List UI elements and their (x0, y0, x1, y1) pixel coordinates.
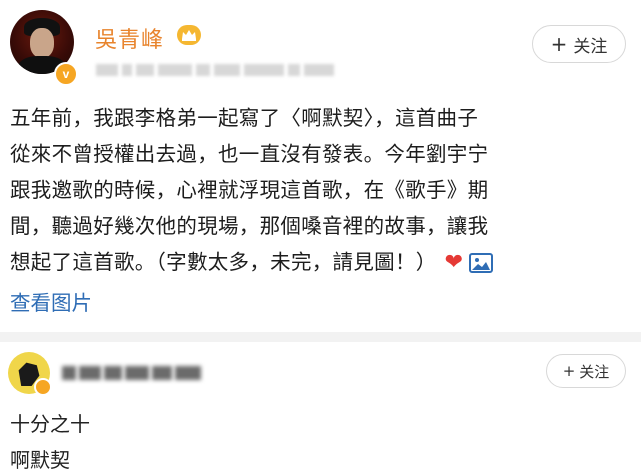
comment-follow-button[interactable]: + 关注 (546, 354, 626, 388)
content-line: 間，聽過好幾次他的現場，那個嗓音裡的故事，讓我 (10, 214, 489, 238)
comment-text: 十分之十 (10, 412, 90, 436)
plus-icon: + (562, 362, 576, 380)
weibo-post: v 吳青峰 + 关注 五年前，我跟李格弟一起寫了〈啊默契〉，這首曲子 從來不曾授… (0, 0, 641, 332)
commenter-badge-icon (34, 378, 52, 396)
section-divider (0, 332, 641, 342)
image-icon[interactable] (469, 253, 494, 273)
comment-item: + 关注 十分之十 啊默契 (0, 342, 641, 476)
plus-icon: + (550, 32, 568, 56)
follow-button[interactable]: + 关注 (532, 25, 626, 63)
follow-label: 关注 (573, 36, 608, 57)
post-content: 五年前，我跟李格弟一起寫了〈啊默契〉，這首曲子 從來不曾授權出去過，也一直沒有發… (10, 100, 634, 281)
avatar-face (30, 28, 54, 58)
verified-badge-icon: v (54, 62, 78, 86)
content-line: 五年前，我跟李格弟一起寫了〈啊默契〉，這首曲子 (10, 106, 479, 130)
content-line: 跟我邀歌的時候，心裡就浮現這首歌，在《歌手》期 (10, 178, 489, 202)
comment-text: 啊默契 (10, 448, 70, 472)
follow-label: 关注 (579, 362, 610, 381)
commenter-name-blurred[interactable] (62, 364, 202, 382)
view-pictures-link[interactable]: 查看图片 (10, 286, 92, 316)
heart-icon: ❤ (444, 250, 464, 275)
content-line: 想起了這首歌。（字數太多，未完，請見圖！） (10, 250, 437, 274)
author-name[interactable]: 吳青峰 (95, 22, 164, 54)
crown-icon (177, 25, 201, 45)
post-meta-blurred (96, 62, 336, 78)
content-line: 從來不曾授權出去過，也一直沒有發表。今年劉宇宁 (10, 142, 489, 166)
content-line-last: 想起了這首歌。（字數太多，未完，請見圖！） ❤ (10, 244, 634, 281)
